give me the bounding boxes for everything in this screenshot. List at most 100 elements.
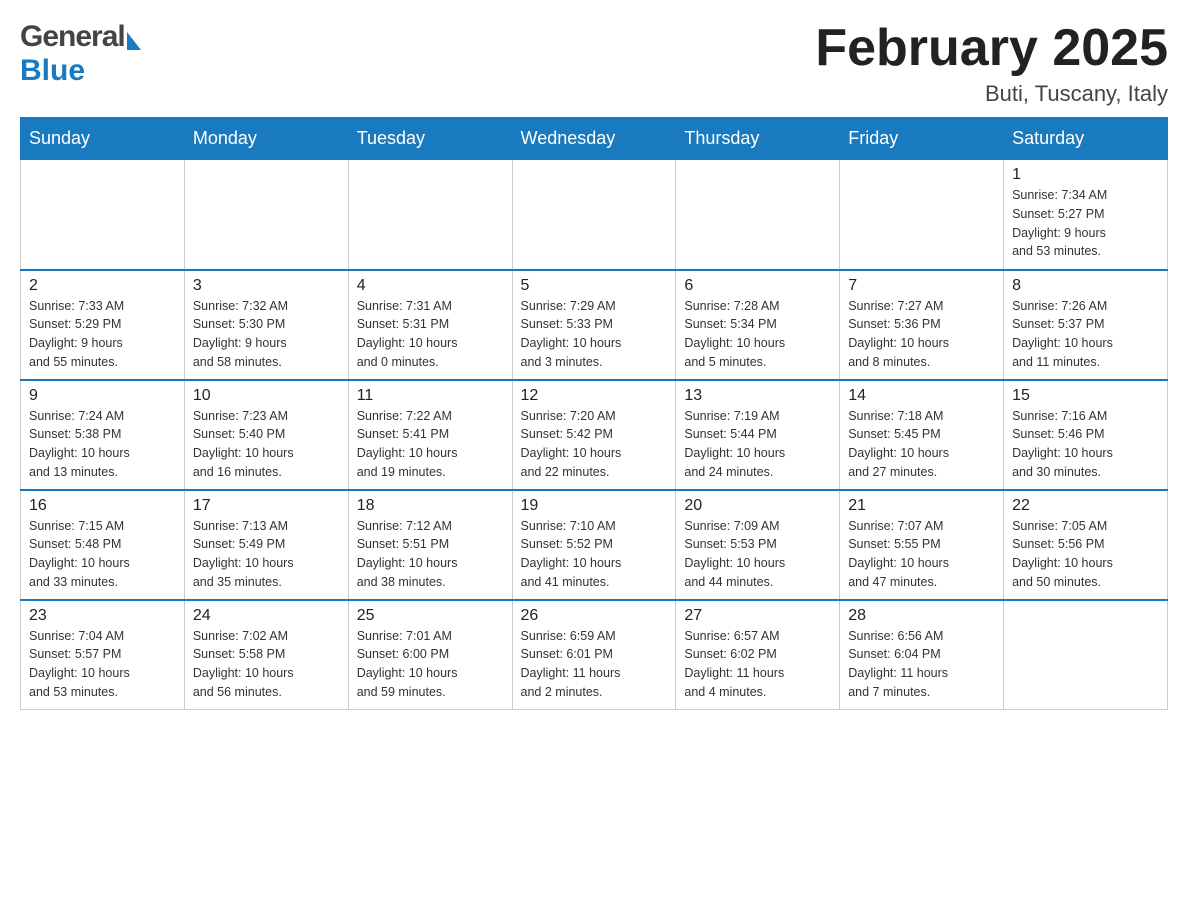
day-info: Sunrise: 7:07 AM Sunset: 5:55 PM Dayligh… <box>848 517 995 592</box>
calendar-cell: 26 Sunrise: 6:59 AM Sunset: 6:01 PM Dayli… <box>512 600 676 710</box>
day-number: 12 <box>521 387 668 405</box>
calendar-cell: 19 Sunrise: 7:10 AM Sunset: 5:52 PM Dayli… <box>512 490 676 600</box>
day-number: 8 <box>1012 277 1159 295</box>
month-title: February 2025 <box>815 20 1168 77</box>
logo-blue-text: Blue <box>20 54 85 87</box>
day-info: Sunrise: 7:31 AM Sunset: 5:31 PM Dayligh… <box>357 297 504 372</box>
day-info: Sunrise: 6:57 AM Sunset: 6:02 PM Dayligh… <box>684 627 831 702</box>
day-number: 5 <box>521 277 668 295</box>
day-number: 28 <box>848 607 995 625</box>
day-info: Sunrise: 7:29 AM Sunset: 5:33 PM Dayligh… <box>521 297 668 372</box>
calendar-week-row: 2 Sunrise: 7:33 AM Sunset: 5:29 PM Daylig… <box>21 270 1168 380</box>
day-info: Sunrise: 7:13 AM Sunset: 5:49 PM Dayligh… <box>193 517 340 592</box>
day-number: 13 <box>684 387 831 405</box>
day-number: 6 <box>684 277 831 295</box>
calendar-cell: 14 Sunrise: 7:18 AM Sunset: 5:45 PM Dayli… <box>840 380 1004 490</box>
day-number: 14 <box>848 387 995 405</box>
day-info: Sunrise: 7:05 AM Sunset: 5:56 PM Dayligh… <box>1012 517 1159 592</box>
logo: General Blue <box>20 20 141 88</box>
calendar-cell: 13 Sunrise: 7:19 AM Sunset: 5:44 PM Dayli… <box>676 380 840 490</box>
calendar-cell: 23Sunrise: 7:04 AM Sunset: 5:57 PM Dayli… <box>21 600 185 710</box>
calendar-cell <box>676 160 840 270</box>
day-number: 3 <box>193 277 340 295</box>
calendar-cell <box>348 160 512 270</box>
column-header-thursday: Thursday <box>676 118 840 160</box>
calendar-cell <box>840 160 1004 270</box>
day-info: Sunrise: 7:23 AM Sunset: 5:40 PM Dayligh… <box>193 407 340 482</box>
day-info: Sunrise: 7:27 AM Sunset: 5:36 PM Dayligh… <box>848 297 995 372</box>
page-header: General Blue February 2025 Buti, Tuscany… <box>20 20 1168 107</box>
calendar-cell: 17 Sunrise: 7:13 AM Sunset: 5:49 PM Dayli… <box>184 490 348 600</box>
day-info: Sunrise: 7:32 AM Sunset: 5:30 PM Dayligh… <box>193 297 340 372</box>
day-info: Sunrise: 7:09 AM Sunset: 5:53 PM Dayligh… <box>684 517 831 592</box>
calendar-table: SundayMondayTuesdayWednesdayThursdayFrid… <box>20 117 1168 710</box>
calendar-cell <box>21 160 185 270</box>
day-number: 19 <box>521 497 668 515</box>
day-info: Sunrise: 7:28 AM Sunset: 5:34 PM Dayligh… <box>684 297 831 372</box>
title-block: February 2025 Buti, Tuscany, Italy <box>815 20 1168 107</box>
day-number: 17 <box>193 497 340 515</box>
day-info: Sunrise: 7:33 AM Sunset: 5:29 PM Dayligh… <box>29 297 176 372</box>
calendar-cell: 27 Sunrise: 6:57 AM Sunset: 6:02 PM Dayli… <box>676 600 840 710</box>
calendar-cell: 16 Sunrise: 7:15 AM Sunset: 5:48 PM Dayli… <box>21 490 185 600</box>
day-info: Sunrise: 7:20 AM Sunset: 5:42 PM Dayligh… <box>521 407 668 482</box>
day-number: 27 <box>684 607 831 625</box>
calendar-cell: 25 Sunrise: 7:01 AM Sunset: 6:00 PM Dayli… <box>348 600 512 710</box>
day-number: 22 <box>1012 497 1159 515</box>
day-info: Sunrise: 7:15 AM Sunset: 5:48 PM Dayligh… <box>29 517 176 592</box>
day-info: Sunrise: 7:12 AM Sunset: 5:51 PM Dayligh… <box>357 517 504 592</box>
calendar-cell <box>184 160 348 270</box>
day-info: Sunrise: 7:34 AM Sunset: 5:27 PM Dayligh… <box>1012 186 1159 261</box>
day-number: 4 <box>357 277 504 295</box>
day-number: 26 <box>521 607 668 625</box>
day-number: 2 <box>29 277 176 295</box>
day-info: Sunrise: 7:18 AM Sunset: 5:45 PM Dayligh… <box>848 407 995 482</box>
day-info: Sunrise: 7:16 AM Sunset: 5:46 PM Dayligh… <box>1012 407 1159 482</box>
calendar-cell: 15 Sunrise: 7:16 AM Sunset: 5:46 PM Dayli… <box>1004 380 1168 490</box>
calendar-cell: 12 Sunrise: 7:20 AM Sunset: 5:42 PM Dayli… <box>512 380 676 490</box>
day-info: Sunrise: 7:04 AM Sunset: 5:57 PM Dayligh… <box>29 627 176 702</box>
day-info: Sunrise: 6:56 AM Sunset: 6:04 PM Dayligh… <box>848 627 995 702</box>
calendar-cell: 7 Sunrise: 7:27 AM Sunset: 5:36 PM Daylig… <box>840 270 1004 380</box>
calendar-cell: 1 Sunrise: 7:34 AM Sunset: 5:27 PM Daylig… <box>1004 160 1168 270</box>
logo-general-text: General <box>20 20 125 54</box>
day-number: 1 <box>1012 166 1159 184</box>
day-number: 7 <box>848 277 995 295</box>
column-header-sunday: Sunday <box>21 118 185 160</box>
day-info: Sunrise: 7:26 AM Sunset: 5:37 PM Dayligh… <box>1012 297 1159 372</box>
day-info: Sunrise: 7:19 AM Sunset: 5:44 PM Dayligh… <box>684 407 831 482</box>
calendar-cell: 9Sunrise: 7:24 AM Sunset: 5:38 PM Daylig… <box>21 380 185 490</box>
day-info: Sunrise: 7:01 AM Sunset: 6:00 PM Dayligh… <box>357 627 504 702</box>
column-header-saturday: Saturday <box>1004 118 1168 160</box>
calendar-cell: 20 Sunrise: 7:09 AM Sunset: 5:53 PM Dayli… <box>676 490 840 600</box>
day-number: 15 <box>1012 387 1159 405</box>
day-number: 24 <box>193 607 340 625</box>
day-info: Sunrise: 7:22 AM Sunset: 5:41 PM Dayligh… <box>357 407 504 482</box>
column-header-tuesday: Tuesday <box>348 118 512 160</box>
calendar-week-row: 23Sunrise: 7:04 AM Sunset: 5:57 PM Dayli… <box>21 600 1168 710</box>
day-info: Sunrise: 6:59 AM Sunset: 6:01 PM Dayligh… <box>521 627 668 702</box>
column-header-friday: Friday <box>840 118 1004 160</box>
calendar-cell: 5 Sunrise: 7:29 AM Sunset: 5:33 PM Daylig… <box>512 270 676 380</box>
location-text: Buti, Tuscany, Italy <box>815 81 1168 107</box>
calendar-week-row: 9Sunrise: 7:24 AM Sunset: 5:38 PM Daylig… <box>21 380 1168 490</box>
calendar-cell: 6 Sunrise: 7:28 AM Sunset: 5:34 PM Daylig… <box>676 270 840 380</box>
calendar-cell: 3 Sunrise: 7:32 AM Sunset: 5:30 PM Daylig… <box>184 270 348 380</box>
calendar-header-row: SundayMondayTuesdayWednesdayThursdayFrid… <box>21 118 1168 160</box>
column-header-wednesday: Wednesday <box>512 118 676 160</box>
day-number: 16 <box>29 497 176 515</box>
column-header-monday: Monday <box>184 118 348 160</box>
calendar-cell: 22 Sunrise: 7:05 AM Sunset: 5:56 PM Dayli… <box>1004 490 1168 600</box>
day-number: 18 <box>357 497 504 515</box>
logo-chevron-icon <box>127 32 141 50</box>
day-number: 10 <box>193 387 340 405</box>
calendar-cell: 4 Sunrise: 7:31 AM Sunset: 5:31 PM Daylig… <box>348 270 512 380</box>
day-number: 20 <box>684 497 831 515</box>
calendar-cell <box>1004 600 1168 710</box>
calendar-cell: 24Sunrise: 7:02 AM Sunset: 5:58 PM Dayli… <box>184 600 348 710</box>
day-info: Sunrise: 7:10 AM Sunset: 5:52 PM Dayligh… <box>521 517 668 592</box>
calendar-cell <box>512 160 676 270</box>
day-number: 25 <box>357 607 504 625</box>
day-number: 9 <box>29 387 176 405</box>
calendar-cell: 28 Sunrise: 6:56 AM Sunset: 6:04 PM Dayli… <box>840 600 1004 710</box>
